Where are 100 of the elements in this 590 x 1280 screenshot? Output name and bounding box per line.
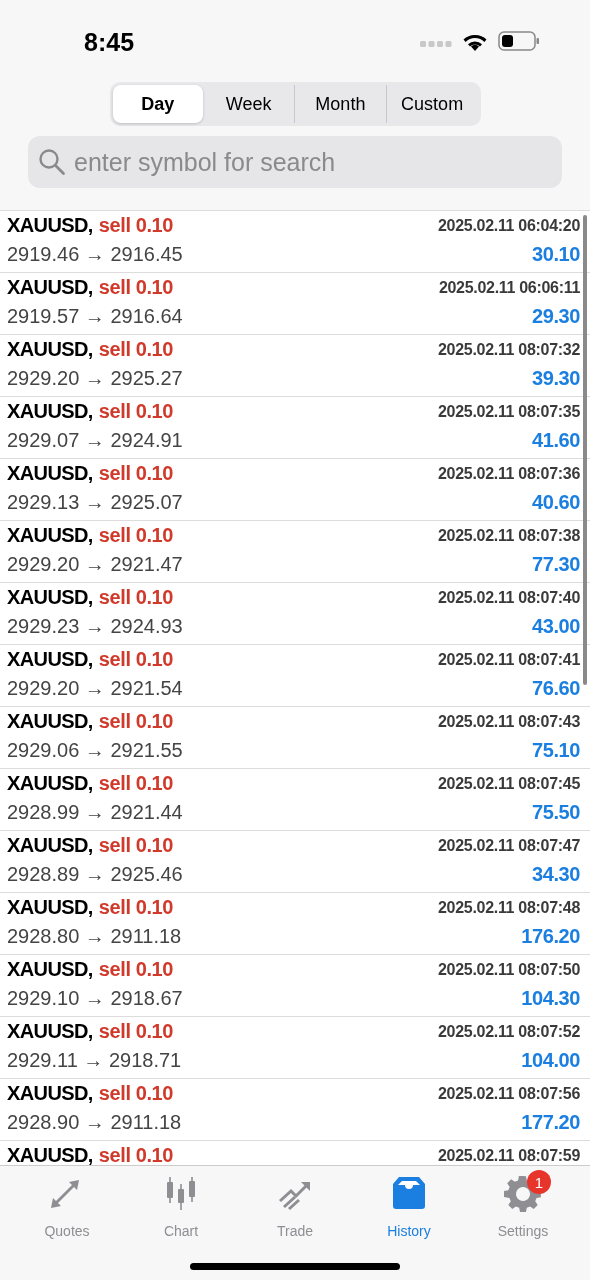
- profit-value: 77.30: [531, 553, 580, 576]
- tab-bar-item[interactable]: 1 Settings: [466, 1166, 580, 1239]
- profit-value: 177.20: [521, 1111, 580, 1134]
- profit-value: 176.20: [521, 925, 580, 948]
- price-range: 2929.11 → 2918.71: [7, 1049, 182, 1072]
- order-type: sell 0.10: [98, 214, 174, 237]
- order-type: sell 0.10: [98, 772, 174, 795]
- period-tab[interactable]: Custom: [385, 85, 478, 123]
- order-type: sell 0.10: [98, 462, 174, 485]
- period-tab[interactable]: Day: [112, 85, 204, 123]
- order-type: sell 0.10: [98, 834, 174, 857]
- battery-icon: [498, 31, 540, 51]
- symbol-label: XAUUSD,: [7, 1082, 93, 1105]
- profit-value: 76.60: [531, 677, 580, 700]
- deal-row[interactable]: XAUUSD, sell 0.10 2025.02.11 08:07:32 2929.20 → 2925.27 39.30: [0, 335, 590, 397]
- deal-row[interactable]: XAUUSD, sell 0.10 2025.02.11 08:07:36 2929.13 → 2925.07 40.60: [0, 459, 590, 521]
- symbol-label: XAUUSD,: [7, 772, 93, 795]
- order-type: sell 0.10: [98, 400, 174, 423]
- deal-time: 2025.02.11 08:07:32: [438, 340, 580, 359]
- period-tab[interactable]: Month: [294, 85, 386, 123]
- deal-time: 2025.02.11 08:07:36: [438, 464, 580, 483]
- price-range: 2929.20 → 2921.47: [7, 553, 183, 576]
- profit-value: 75.50: [531, 801, 580, 824]
- deal-row[interactable]: XAUUSD, sell 0.10 2025.02.11 08:07:45 2928.99 → 2921.44 75.50: [0, 769, 590, 831]
- search-icon: [38, 148, 66, 176]
- order-type: sell 0.10: [98, 648, 174, 671]
- deal-time: 2025.02.11 06:06:11: [438, 278, 580, 297]
- order-type: sell 0.10: [98, 338, 174, 361]
- deal-time: 2025.02.11 08:07:43: [438, 712, 580, 731]
- symbol-label: XAUUSD,: [7, 958, 93, 981]
- price-range: 2929.07 → 2924.91: [7, 429, 183, 452]
- deal-time: 2025.02.11 08:07:45: [438, 774, 580, 793]
- symbol-label: XAUUSD,: [7, 1020, 93, 1043]
- deal-row[interactable]: XAUUSD, sell 0.10 2025.02.11 06:06:11 2919.57 → 2916.64 29.30: [0, 273, 590, 335]
- deal-time: 2025.02.11 08:07:56: [438, 1084, 580, 1103]
- profit-value: 40.60: [531, 491, 580, 514]
- notification-badge: 1: [527, 1170, 551, 1194]
- order-type: sell 0.10: [98, 1144, 174, 1165]
- deal-time: 2025.02.11 08:07:35: [438, 402, 580, 421]
- deal-row[interactable]: XAUUSD, sell 0.10 2025.02.11 08:07:35 2929.07 → 2924.91 41.60: [0, 397, 590, 459]
- symbol-label: XAUUSD,: [7, 586, 93, 609]
- period-tab[interactable]: Week: [203, 85, 294, 123]
- deal-time: 2025.02.11 08:07:48: [438, 898, 580, 917]
- order-type: sell 0.10: [98, 586, 174, 609]
- deal-row[interactable]: XAUUSD, sell 0.10 2025.02.11 08:07:38 2929.20 → 2921.47 77.30: [0, 521, 590, 583]
- symbol-label: XAUUSD,: [7, 214, 93, 237]
- order-type: sell 0.10: [98, 710, 174, 733]
- deal-row[interactable]: XAUUSD, sell 0.10 2025.02.11 06:04:20 2919.46 → 2916.45 30.10: [0, 211, 590, 273]
- profit-value: 41.60: [531, 429, 580, 452]
- price-range: 2928.90 → 2911.18: [7, 1111, 182, 1134]
- status-time: 8:45: [84, 26, 135, 57]
- deal-time: 2025.02.11 08:07:41: [438, 650, 580, 669]
- symbol-label: XAUUSD,: [7, 1144, 93, 1165]
- profit-value: 104.30: [521, 987, 580, 1010]
- deal-row[interactable]: XAUUSD, sell 0.10 2025.02.11 08:07:52 2929.11 → 2918.71 104.00: [0, 1017, 590, 1079]
- search-field[interactable]: enter symbol for search: [28, 136, 562, 188]
- symbol-label: XAUUSD,: [7, 400, 93, 423]
- symbol-label: XAUUSD,: [7, 834, 93, 857]
- tab-bar-item[interactable]: History: [352, 1166, 466, 1239]
- deal-row[interactable]: XAUUSD, sell 0.10 2025.02.11 08:07:56 2928.90 → 2911.18 177.20: [0, 1079, 590, 1141]
- price-range: 2929.20 → 2921.54: [7, 677, 183, 700]
- deal-row[interactable]: XAUUSD, sell 0.10 2025.02.11 08:07:50 2929.10 → 2918.67 104.30: [0, 955, 590, 1017]
- price-range: 2929.13 → 2925.07: [7, 491, 183, 514]
- price-range: 2929.10 → 2918.67: [7, 987, 183, 1010]
- deal-row[interactable]: XAUUSD, sell 0.10 2025.02.11 08:07:40 2929.23 → 2924.93 43.00: [0, 583, 590, 645]
- deal-time: 2025.02.11 08:07:47: [438, 836, 580, 855]
- profit-value: 34.30: [531, 863, 580, 886]
- deal-row[interactable]: XAUUSD, sell 0.10 2025.02.11 08:07:48 2928.80 → 2911.18 176.20: [0, 893, 590, 955]
- order-type: sell 0.10: [98, 524, 174, 547]
- order-type: sell 0.10: [98, 1020, 174, 1043]
- price-range: 2919.46 → 2916.45: [7, 243, 183, 266]
- price-range: 2928.99 → 2921.44: [7, 801, 183, 824]
- order-type: sell 0.10: [98, 958, 174, 981]
- profit-value: 43.00: [531, 615, 580, 638]
- signal-icon: [420, 41, 452, 47]
- deal-time: 2025.02.11 08:07:40: [438, 588, 580, 607]
- deal-time: 2025.02.11 06:04:20: [438, 216, 580, 235]
- profit-value: 75.10: [531, 739, 580, 762]
- deal-time: 2025.02.11 08:07:50: [438, 960, 580, 979]
- order-type: sell 0.10: [98, 1082, 174, 1105]
- symbol-label: XAUUSD,: [7, 896, 93, 919]
- profit-value: 39.30: [531, 367, 580, 390]
- price-range: 2928.89 → 2925.46: [7, 863, 183, 886]
- symbol-label: XAUUSD,: [7, 338, 93, 361]
- symbol-label: XAUUSD,: [7, 648, 93, 671]
- price-range: 2929.23 → 2924.93: [7, 615, 183, 638]
- order-type: sell 0.10: [98, 276, 174, 299]
- deal-time: 2025.02.11 08:07:59: [438, 1146, 580, 1165]
- price-range: 2929.20 → 2925.27: [7, 367, 183, 390]
- profit-value: 104.00: [521, 1049, 580, 1072]
- price-range: 2919.57 → 2916.64: [7, 305, 183, 328]
- profit-value: 29.30: [531, 305, 580, 328]
- deal-row[interactable]: XAUUSD, sell 0.10 2025.02.11 08:07:47 2928.89 → 2925.46 34.30: [0, 831, 590, 893]
- symbol-label: XAUUSD,: [7, 524, 93, 547]
- search-input[interactable]: enter symbol for search: [74, 142, 552, 182]
- deal-row[interactable]: XAUUSD, sell 0.10 2025.02.11 08:07:43 2929.06 → 2921.55 75.10: [0, 707, 590, 769]
- order-type: sell 0.10: [98, 896, 174, 919]
- deal-row[interactable]: XAUUSD, sell 0.10 2025.02.11 08:07:41 2929.20 → 2921.54 76.60: [0, 645, 590, 707]
- price-range: 2928.80 → 2911.18: [7, 925, 182, 948]
- symbol-label: XAUUSD,: [7, 462, 93, 485]
